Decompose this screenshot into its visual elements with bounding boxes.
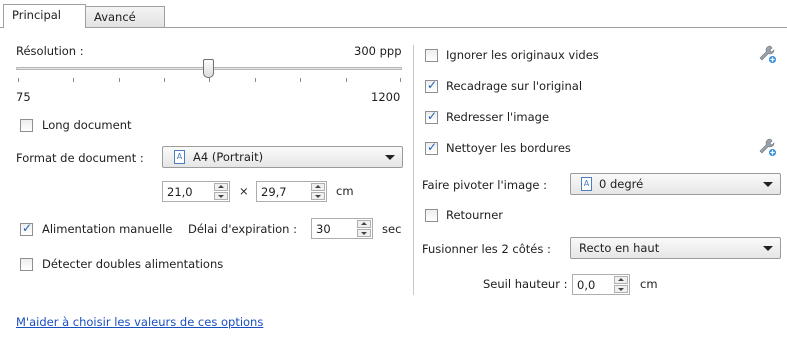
flip-label: Retourner	[446, 208, 504, 222]
tab-principal-label: Principal	[12, 8, 62, 22]
crop-checkbox[interactable]: ✓	[425, 78, 438, 93]
threshold-unit: cm	[640, 277, 658, 291]
slider-tick	[346, 78, 347, 82]
checkmark-icon: ✓	[427, 78, 438, 92]
help-link[interactable]: M'aider à choisir les valeurs de ces opt…	[16, 315, 263, 329]
format-value: A4 (Portrait)	[193, 150, 264, 164]
threshold-down-button[interactable]	[614, 285, 628, 293]
width-stepper[interactable]: 21,0	[162, 181, 230, 202]
page-icon: A	[581, 177, 592, 191]
tab-avance[interactable]: Avancé	[85, 6, 165, 27]
merge-dropdown[interactable]: Recto en haut	[570, 237, 781, 259]
tab-strip: Principal Avancé	[0, 0, 787, 28]
width-up-button[interactable]	[214, 183, 228, 191]
format-dropdown[interactable]: A A4 (Portrait)	[162, 146, 403, 168]
threshold-value: 0,0	[577, 278, 596, 292]
slider-tick	[119, 78, 120, 82]
times-sign: ×	[239, 184, 249, 198]
height-value: 29,7	[261, 185, 287, 199]
double-feed-label: Détecter doubles alimentations	[42, 257, 224, 271]
page-icon: A	[174, 150, 185, 164]
wrench-icon[interactable]	[757, 44, 777, 64]
long-document-checkbox[interactable]	[20, 119, 33, 132]
checkmark-icon: ✓	[22, 221, 33, 235]
resolution-value: 300 ppp	[354, 44, 402, 58]
straighten-label: Redresser l'image	[446, 110, 550, 124]
slider-tick	[73, 78, 74, 82]
slider-tick	[209, 78, 210, 82]
chevron-down-icon	[763, 246, 773, 251]
wrench-icon[interactable]	[757, 137, 777, 157]
threshold-stepper[interactable]: 0,0	[572, 274, 630, 295]
tab-avance-label: Avancé	[94, 10, 136, 24]
merge-label: Fusionner les 2 côtés :	[422, 242, 551, 256]
timeout-up-button[interactable]	[357, 220, 371, 228]
resolution-label: Résolution :	[16, 44, 84, 58]
manual-feed-label: Alimentation manuelle	[42, 222, 173, 236]
clean-borders-checkbox[interactable]: ✓	[425, 140, 438, 155]
height-stepper[interactable]: 29,7	[256, 181, 327, 202]
size-unit: cm	[336, 184, 354, 198]
height-up-button[interactable]	[311, 183, 325, 191]
resolution-slider-thumb[interactable]	[203, 59, 214, 78]
chevron-down-icon	[763, 182, 773, 187]
resolution-max: 1200	[371, 90, 401, 104]
manual-feed-checkbox[interactable]: ✓	[20, 221, 33, 236]
slider-tick	[300, 78, 301, 82]
timeout-label: Délai d'expiration :	[188, 222, 297, 236]
timeout-stepper[interactable]: 30	[311, 218, 373, 239]
ignore-blank-checkbox[interactable]	[425, 49, 438, 62]
threshold-up-button[interactable]	[614, 276, 628, 284]
slider-tick	[400, 78, 401, 82]
rotate-value: 0 degré	[599, 177, 644, 191]
slider-tick	[18, 78, 19, 82]
timeout-down-button[interactable]	[357, 229, 371, 237]
timeout-value: 30	[316, 222, 331, 236]
rotate-label: Faire pivoter l'image :	[422, 178, 548, 192]
column-divider	[413, 45, 414, 295]
format-label: Format de document :	[16, 151, 144, 165]
rotate-dropdown[interactable]: A 0 degré	[570, 173, 781, 195]
slider-tick	[255, 78, 256, 82]
long-document-label: Long document	[42, 118, 132, 132]
clean-borders-label: Nettoyer les bordures	[446, 141, 571, 155]
double-feed-checkbox[interactable]	[20, 258, 33, 271]
resolution-min: 75	[16, 90, 31, 104]
checkmark-icon: ✓	[427, 109, 438, 123]
straighten-checkbox[interactable]: ✓	[425, 109, 438, 124]
height-down-button[interactable]	[311, 192, 325, 200]
width-value: 21,0	[167, 185, 193, 199]
checkmark-icon: ✓	[427, 140, 438, 154]
tab-principal[interactable]: Principal	[3, 4, 86, 28]
ignore-blank-label: Ignorer les originaux vides	[446, 48, 599, 62]
width-down-button[interactable]	[214, 192, 228, 200]
flip-checkbox[interactable]	[425, 209, 438, 222]
slider-tick	[164, 78, 165, 82]
timeout-unit: sec	[382, 222, 402, 236]
chevron-down-icon	[385, 155, 395, 160]
crop-label: Recadrage sur l'original	[446, 79, 583, 93]
merge-value: Recto en haut	[579, 241, 660, 255]
threshold-label: Seuil hauteur :	[483, 277, 568, 291]
